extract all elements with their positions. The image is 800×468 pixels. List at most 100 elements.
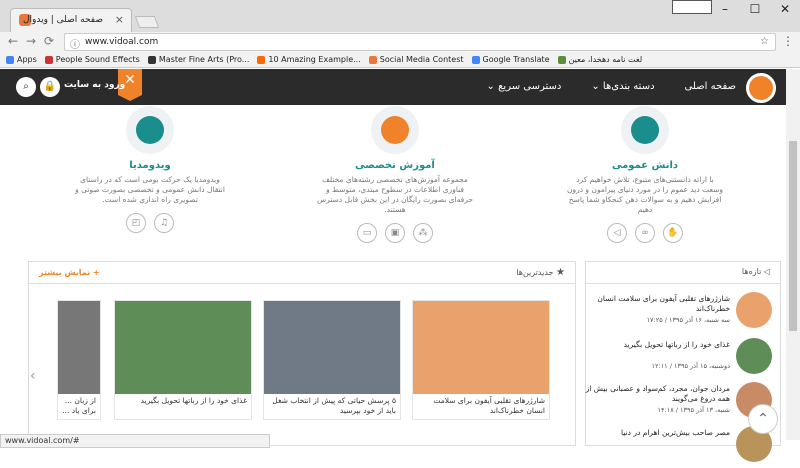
extension-icon[interactable]: [672, 0, 712, 14]
bookmark-item[interactable]: Google Translate: [471, 55, 550, 64]
card-title[interactable]: از زبان ... برای یاد ...: [58, 394, 100, 418]
newest-header: ★ جدیدترین‌ها + نمایش بیشتر: [29, 262, 575, 284]
news-card[interactable]: شارژرهای تقلبی آیفون برای سلامت انسان خط…: [412, 300, 550, 420]
show-more-link[interactable]: + نمایش بیشتر: [39, 268, 100, 277]
feature-title[interactable]: دانش عمومی: [555, 160, 735, 171]
status-bar: www.vidoal.com/#: [0, 434, 270, 448]
bookmark-item[interactable]: 10 Amazing Example...: [257, 55, 361, 64]
lock-icon[interactable]: 🔒: [40, 77, 60, 97]
close-window-icon[interactable]: ✕: [770, 0, 800, 20]
news-item-title[interactable]: غذای خود را از رباتها تحویل بگیرید: [580, 340, 730, 350]
news-item-title[interactable]: مصر صاحب بیش‌ترین اهرام در دنیا: [580, 428, 730, 438]
laptop-icon[interactable]: ▭: [357, 223, 377, 243]
headphones-icon[interactable]: ♫: [154, 213, 174, 233]
feature-desc: ویدومدیا یک حرکت بومی است که در راستای ا…: [75, 175, 225, 204]
main-nav: صفحه اصلی دسته بندی‌ها ⌄ دسترسی سریع ⌄: [487, 81, 736, 92]
office-icon[interactable]: ▣: [385, 223, 405, 243]
scrollbar-thumb[interactable]: [789, 141, 797, 331]
projector-icon[interactable]: ◰: [126, 213, 146, 233]
browser-tab[interactable]: صفحه اصلی | ویدوال ×: [10, 8, 132, 32]
feature-vidomedia: ویدومدیا ویدومدیا یک حرکت بومی است که در…: [60, 106, 240, 233]
url-text: www.vidoal.com: [85, 37, 159, 47]
back-icon[interactable]: ←: [8, 34, 18, 48]
window-controls: – ☐ ✕: [710, 0, 800, 20]
news-item[interactable]: مصر صاحب بیش‌ترین اهرام در دنیا: [582, 426, 772, 468]
news-title: تازه‌ها: [741, 267, 762, 276]
scroll-to-top-button[interactable]: ⌃: [748, 404, 778, 434]
new-tab-button[interactable]: [134, 16, 160, 28]
bookmark-star-icon[interactable]: ☆: [760, 36, 769, 47]
card-title[interactable]: غذای خود را از رباتها تحویل بگیرید: [115, 394, 251, 408]
card-title[interactable]: ۵ پرسش حیاتی که پیش از انتخاب شغل باید ا…: [264, 394, 400, 418]
bookmark-favicon-icon: [368, 55, 377, 64]
bookmark-favicon-icon: [557, 55, 566, 64]
newest-title: جدیدترین‌ها: [516, 268, 554, 277]
bookmark-favicon-icon: [44, 55, 53, 64]
news-card[interactable]: غذای خود را از رباتها تحویل بگیرید: [114, 300, 252, 420]
news-item[interactable]: شارژرهای تقلبی آیفون برای سلامت انسان خط…: [582, 292, 772, 334]
maximize-icon[interactable]: ☐: [740, 0, 770, 20]
site-logo-icon[interactable]: [746, 73, 776, 103]
news-thumb: [736, 338, 772, 374]
feature-desc: با ارائه دانستنی‌های متنوع، تلاش خواهیم …: [566, 175, 724, 214]
news-item-title[interactable]: مردان جوان، مجرد، کم‌سواد و عصبانی بیش ا…: [580, 384, 730, 404]
forward-icon[interactable]: →: [26, 34, 36, 48]
nav-quick-access[interactable]: دسترسی سریع ⌄: [487, 81, 562, 92]
minimize-icon[interactable]: –: [710, 0, 740, 20]
news-card[interactable]: از زبان ... برای یاد ...: [57, 300, 101, 420]
card-image-lecture: [58, 301, 100, 394]
browser-menu-icon[interactable]: ⋮: [782, 34, 794, 48]
nav-home[interactable]: صفحه اصلی: [685, 81, 736, 92]
page-scrollbar[interactable]: [786, 69, 800, 440]
bookmark-favicon-icon: [147, 55, 156, 64]
bookmark-favicon-icon: [257, 55, 266, 64]
news-item-date: شنبه، ۱۳ آذر ۱۳۹۵ / ۱۴:۱۸: [657, 406, 730, 414]
news-item-title[interactable]: شارژرهای تقلبی آیفون برای سلامت انسان خط…: [580, 294, 730, 314]
apps-icon: [6, 55, 14, 64]
tab-title: صفحه اصلی | ویدوال: [22, 15, 103, 25]
globe-brain-icon: [621, 106, 669, 154]
bookmarks-bar: Apps People Sound Effects Master Fine Ar…: [0, 52, 800, 68]
news-card[interactable]: ۵ پرسش حیاتی که پیش از انتخاب شغل باید ا…: [263, 300, 401, 420]
login-link[interactable]: ورود به سایت: [64, 80, 125, 90]
feature-title[interactable]: آموزش تخصصی: [305, 160, 485, 171]
bookmark-favicon-icon: [471, 55, 480, 64]
graduation-brain-icon: [371, 106, 419, 154]
feature-icons: ▭ ▣ ⁂: [305, 223, 485, 243]
news-item[interactable]: غذای خود را از رباتها تحویل بگیرید دوشنب…: [582, 338, 772, 380]
address-bar-row: ← → ⟳ ⓘ www.vidoal.com ☆ ⋮: [0, 32, 800, 52]
bookmark-item[interactable]: People Sound Effects: [44, 55, 140, 64]
tab-bar: صفحه اصلی | ویدوال × – ☐ ✕: [0, 0, 800, 32]
binoculars-icon[interactable]: ∞: [635, 223, 655, 243]
card-title[interactable]: شارژرهای تقلبی آیفون برای سلامت انسان خط…: [413, 394, 549, 418]
feature-desc: مجموعه آموزش‌های تخصصی رشته‌های مختلف فن…: [316, 175, 474, 214]
bookmark-item[interactable]: لغت نامه دهخدا، معین: [557, 55, 642, 64]
carousel-prev-icon[interactable]: ‹: [30, 368, 36, 384]
url-field[interactable]: ⓘ www.vidoal.com ☆: [64, 33, 776, 51]
megaphone-icon[interactable]: ◁: [607, 223, 627, 243]
network-icon[interactable]: ⁂: [413, 223, 433, 243]
news-item-date: سه شنبه، ۱۶ آذر ۱۳۹۵ / ۱۷:۲۵: [646, 316, 730, 324]
feature-icons: ◰ ♫: [60, 213, 240, 233]
news-item-date: دوشنبه، ۱۵ آذر ۱۳۹۵ / ۱۲:۱۱: [651, 362, 730, 370]
page-info-icon[interactable]: ⓘ: [70, 36, 80, 51]
card-image-graduate: [264, 301, 400, 394]
play-brain-icon: [126, 106, 174, 154]
news-thumb: [736, 292, 772, 328]
feature-title[interactable]: ویدومدیا: [60, 160, 240, 171]
star-icon: ★: [556, 267, 565, 278]
close-tab-icon[interactable]: ×: [115, 13, 124, 26]
feature-specialized-training: آموزش تخصصی مجموعه آموزش‌های تخصصی رشته‌…: [305, 106, 485, 243]
hand-icon[interactable]: ✋: [663, 223, 683, 243]
bookmark-item[interactable]: Master Fine Arts (Pro...: [147, 55, 249, 64]
card-image-robots: [115, 301, 251, 394]
search-icon[interactable]: ⌕: [16, 77, 36, 97]
bookmark-item[interactable]: Social Media Contest: [368, 55, 464, 64]
feature-icons: ◁ ∞ ✋: [555, 223, 735, 243]
bookmark-apps[interactable]: Apps: [6, 55, 37, 64]
newest-panel: ★ جدیدترین‌ها + نمایش بیشتر شارژرهای تقل…: [28, 261, 576, 446]
nav-categories[interactable]: دسته بندی‌ها ⌄: [591, 81, 654, 92]
reload-icon[interactable]: ⟳: [44, 34, 54, 48]
card-image-charger: [413, 301, 549, 394]
news-item[interactable]: مردان جوان، مجرد، کم‌سواد و عصبانی بیش ا…: [582, 382, 772, 424]
